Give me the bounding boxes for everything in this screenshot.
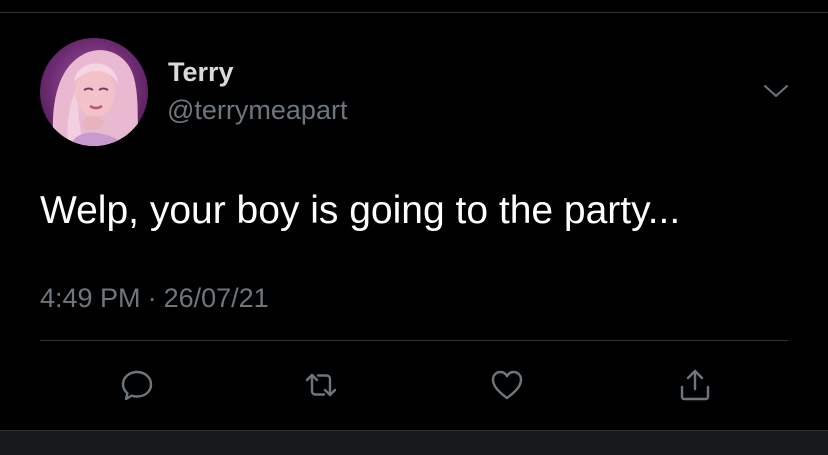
avatar[interactable] — [40, 38, 148, 146]
retweet-arrows-icon — [305, 373, 337, 397]
tweet-time[interactable]: 4:49 PM — [40, 283, 141, 313]
speech-bubble-icon — [121, 370, 153, 401]
top-divider — [0, 12, 828, 13]
reply-button[interactable] — [116, 364, 158, 406]
actions-divider — [40, 340, 788, 341]
meta-separator: · — [147, 283, 157, 313]
share-upload-icon — [680, 369, 710, 401]
user-handle[interactable]: @terrymeapart — [167, 92, 347, 128]
tweet-text: Welp, your boy is going to the party... — [40, 189, 681, 232]
heart-icon — [491, 370, 523, 400]
chevron-down-icon — [764, 85, 788, 97]
tweet-card: Terry @terrymeapart Welp, your boy is go… — [0, 0, 828, 455]
share-button[interactable] — [674, 364, 716, 406]
bottom-divider-band — [0, 430, 828, 455]
retweet-button[interactable] — [300, 364, 342, 406]
like-button[interactable] — [486, 364, 528, 406]
more-options-button[interactable] — [760, 80, 792, 102]
display-name[interactable]: Terry — [168, 54, 234, 90]
tweet-date[interactable]: 26/07/21 — [164, 283, 269, 313]
tweet-meta: 4:49 PM · 26/07/21 — [40, 280, 269, 316]
avatar-image — [52, 50, 141, 146]
